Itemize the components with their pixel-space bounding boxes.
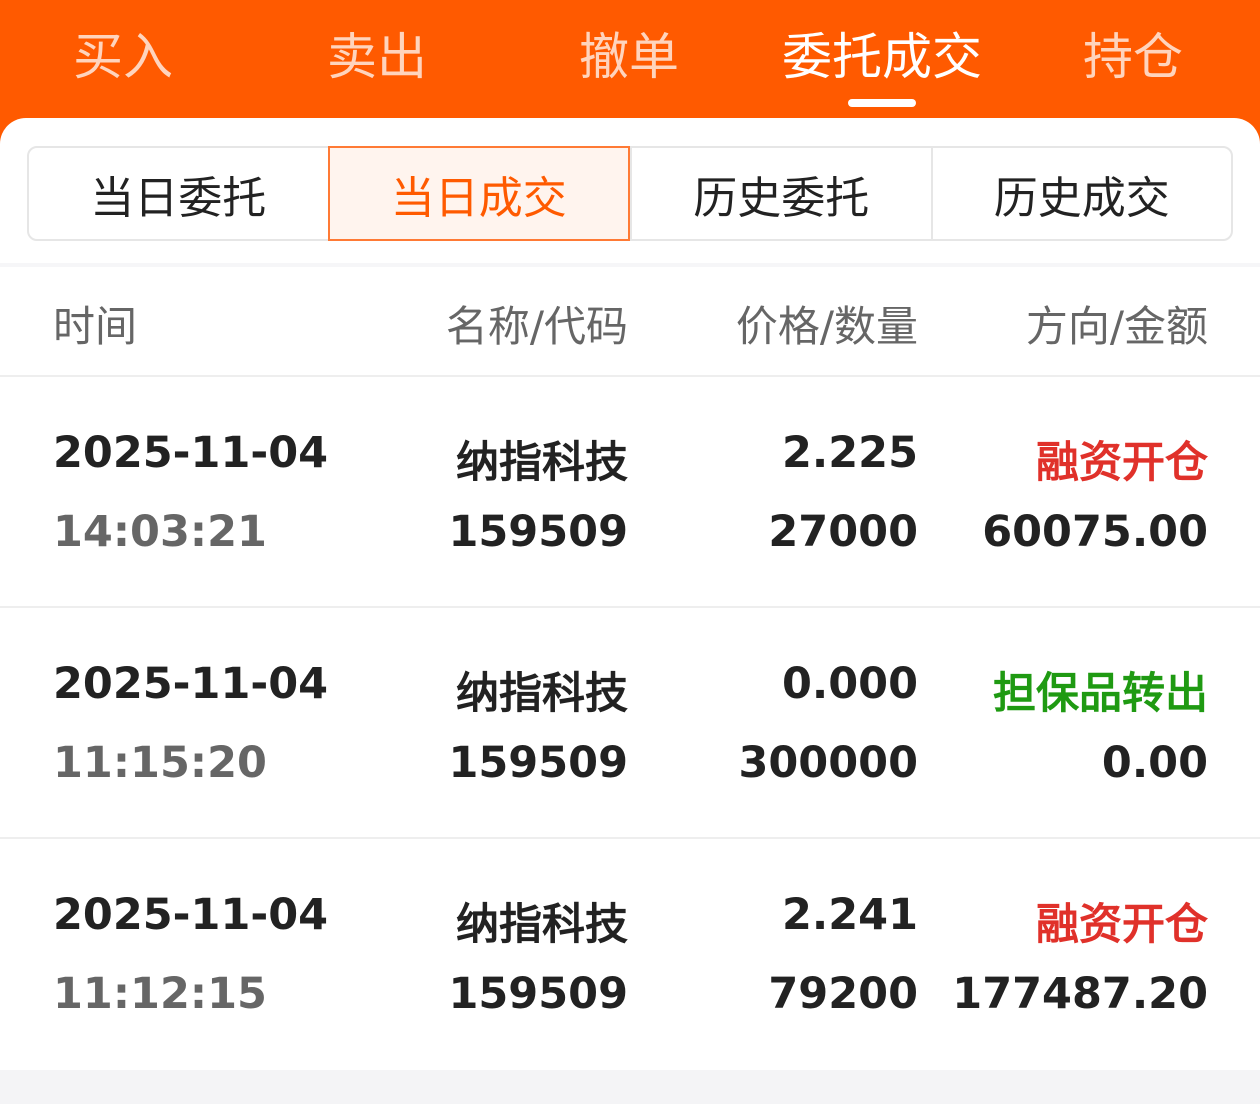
- tab-sell[interactable]: 卖出: [292, 22, 462, 92]
- trade-date: 2025-11-04: [53, 428, 329, 478]
- header-direction-amount: 方向/金额: [1025, 302, 1208, 351]
- tab-buy[interactable]: 买入: [38, 22, 208, 92]
- security-code: 159509: [448, 969, 628, 1019]
- tab-cancel[interactable]: 撤单: [544, 22, 714, 92]
- trade-price: 2.241: [781, 890, 918, 940]
- trade-date: 2025-11-04: [53, 890, 329, 940]
- bottom-spacer: [0, 1070, 1260, 1104]
- segment-history-orders[interactable]: 历史委托: [630, 148, 931, 239]
- segment-history-trades[interactable]: 历史成交: [930, 148, 1232, 239]
- tab-orders-trades[interactable]: 委托成交: [762, 22, 1002, 92]
- table-row[interactable]: 2025-11-04 11:12:15 纳指科技 159509 2.241 79…: [0, 839, 1260, 1070]
- table-row[interactable]: 2025-11-04 14:03:21 纳指科技 159509 2.225 27…: [0, 377, 1260, 608]
- header-name-code: 名称/代码: [445, 302, 628, 351]
- trade-price: 0.000: [781, 659, 918, 709]
- trade-price: 2.225: [781, 428, 918, 478]
- trade-direction: 担保品转出: [993, 669, 1208, 719]
- trade-quantity: 27000: [768, 507, 918, 557]
- trade-time: 11:15:20: [53, 738, 267, 788]
- trade-direction: 融资开仓: [1036, 438, 1208, 488]
- security-name: 纳指科技: [456, 900, 628, 950]
- table-row[interactable]: 2025-11-04 11:15:20 纳指科技 159509 0.000 30…: [0, 608, 1260, 839]
- segmented-control: 当日委托 当日成交 历史委托 历史成交: [27, 146, 1233, 241]
- trade-amount: 0.00: [1101, 738, 1208, 788]
- header-time: 时间: [53, 302, 138, 351]
- trade-time: 11:12:15: [53, 969, 267, 1019]
- table-header: 时间 名称/代码 价格/数量 方向/金额: [0, 267, 1260, 377]
- active-tab-indicator: [848, 99, 916, 107]
- tab-positions[interactable]: 持仓: [1048, 22, 1218, 92]
- security-code: 159509: [448, 507, 628, 557]
- security-code: 159509: [448, 738, 628, 788]
- header-price-qty: 价格/数量: [735, 302, 918, 351]
- security-name: 纳指科技: [456, 669, 628, 719]
- security-name: 纳指科技: [456, 438, 628, 488]
- trade-quantity: 79200: [768, 969, 918, 1019]
- content-sheet: 当日委托 当日成交 历史委托 历史成交 时间 名称/代码 价格/数量 方向/金额…: [0, 118, 1260, 1104]
- trade-amount: 60075.00: [982, 507, 1208, 557]
- trade-amount: 177487.20: [952, 969, 1208, 1019]
- segment-today-orders[interactable]: 当日委托: [29, 148, 328, 239]
- segment-today-trades[interactable]: 当日成交: [327, 146, 630, 241]
- trade-direction: 融资开仓: [1036, 900, 1208, 950]
- trade-date: 2025-11-04: [53, 659, 329, 709]
- trade-time: 14:03:21: [53, 507, 267, 557]
- trade-quantity: 300000: [738, 738, 918, 788]
